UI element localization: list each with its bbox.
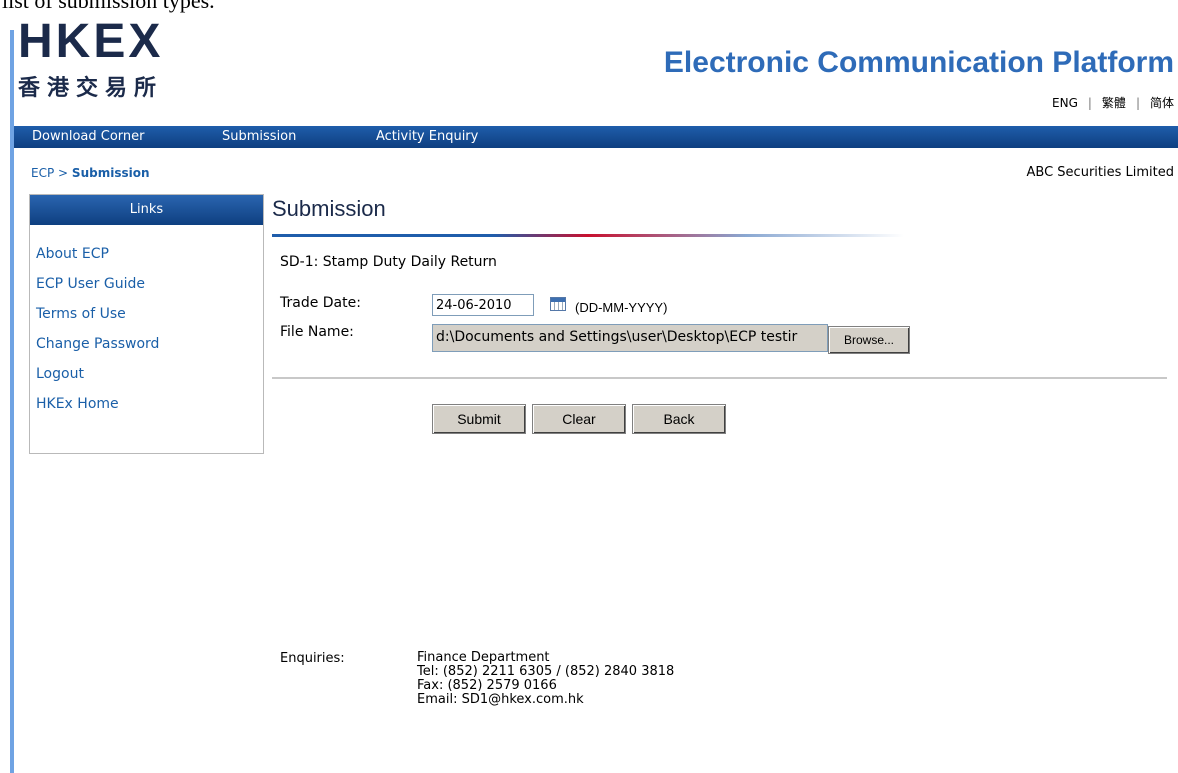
sidebar-item-logout[interactable]: Logout (36, 365, 263, 395)
form-divider (272, 377, 1167, 379)
breadcrumb-current: Submission (71, 166, 150, 180)
app-title: Electronic Communication Platform (663, 46, 1174, 79)
enquiries-tel: Tel: (852) 2211 6305 / (852) 2840 3818 (417, 664, 675, 679)
trade-date-label: Trade Date: (280, 295, 361, 311)
sidebar-item-terms-of-use[interactable]: Terms of Use (36, 305, 263, 335)
logo-chinese: 香港交易所 (18, 76, 164, 101)
form-type-label: SD-1: Stamp Duty Daily Return (280, 254, 497, 270)
links-sidebar: Links About ECP ECP User Guide Terms of … (29, 194, 264, 454)
breadcrumb-root[interactable]: ECP (31, 166, 54, 180)
page-title: Submission (272, 196, 386, 221)
title-divider (272, 234, 904, 237)
calendar-icon[interactable] (550, 297, 566, 311)
top-navbar: Download Corner Submission Activity Enqu… (14, 126, 1178, 148)
trade-date-input[interactable] (432, 294, 534, 316)
enquiries-email[interactable]: Email: SD1@hkex.com.hk (417, 693, 674, 707)
nav-submission[interactable]: Submission (222, 129, 296, 144)
clear-button[interactable]: Clear (532, 404, 626, 434)
enquiries-fax: Fax: (852) 2579 0166 (417, 678, 557, 693)
lang-eng[interactable]: ENG (1052, 96, 1078, 110)
back-button[interactable]: Back (632, 404, 726, 434)
lang-traditional-chinese[interactable]: 繁體 (1102, 96, 1126, 110)
breadcrumb: ECP > Submission (31, 166, 150, 180)
sidebar-item-hkex-home[interactable]: HKEx Home (36, 395, 263, 425)
sidebar-item-change-password[interactable]: Change Password (36, 335, 263, 365)
language-switcher: ENG | 繁體 | 简体 (1052, 96, 1174, 110)
enquiries-contact: Finance Department Tel: (852) 2211 6305 … (417, 651, 674, 707)
document-caption: list of submission types. (2, 0, 215, 13)
sidebar-item-user-guide[interactable]: ECP User Guide (36, 275, 263, 305)
date-format-hint: (DD-MM-YYYY) (575, 300, 668, 315)
enquiries-label: Enquiries: (280, 651, 345, 666)
lang-simplified-chinese[interactable]: 简体 (1150, 96, 1174, 110)
breadcrumb-separator: > (58, 166, 69, 180)
company-name: ABC Securities Limited (1026, 165, 1174, 180)
nav-activity-enquiry[interactable]: Activity Enquiry (376, 129, 478, 144)
enquiries-department: Finance Department (417, 650, 550, 665)
nav-download-corner[interactable]: Download Corner (32, 129, 144, 144)
file-path-field[interactable]: d:\Documents and Settings\user\Desktop\E… (432, 324, 828, 352)
hkex-logo: HKEX 香港交易所 (18, 15, 164, 102)
file-name-label: File Name: (280, 324, 354, 340)
submit-button[interactable]: Submit (432, 404, 526, 434)
logo-english: HKEX (18, 15, 164, 68)
sidebar-title: Links (30, 195, 263, 225)
browse-button[interactable]: Browse... (828, 326, 910, 354)
sidebar-item-about-ecp[interactable]: About ECP (36, 245, 263, 275)
sidebar-links: About ECP ECP User Guide Terms of Use Ch… (36, 245, 263, 425)
